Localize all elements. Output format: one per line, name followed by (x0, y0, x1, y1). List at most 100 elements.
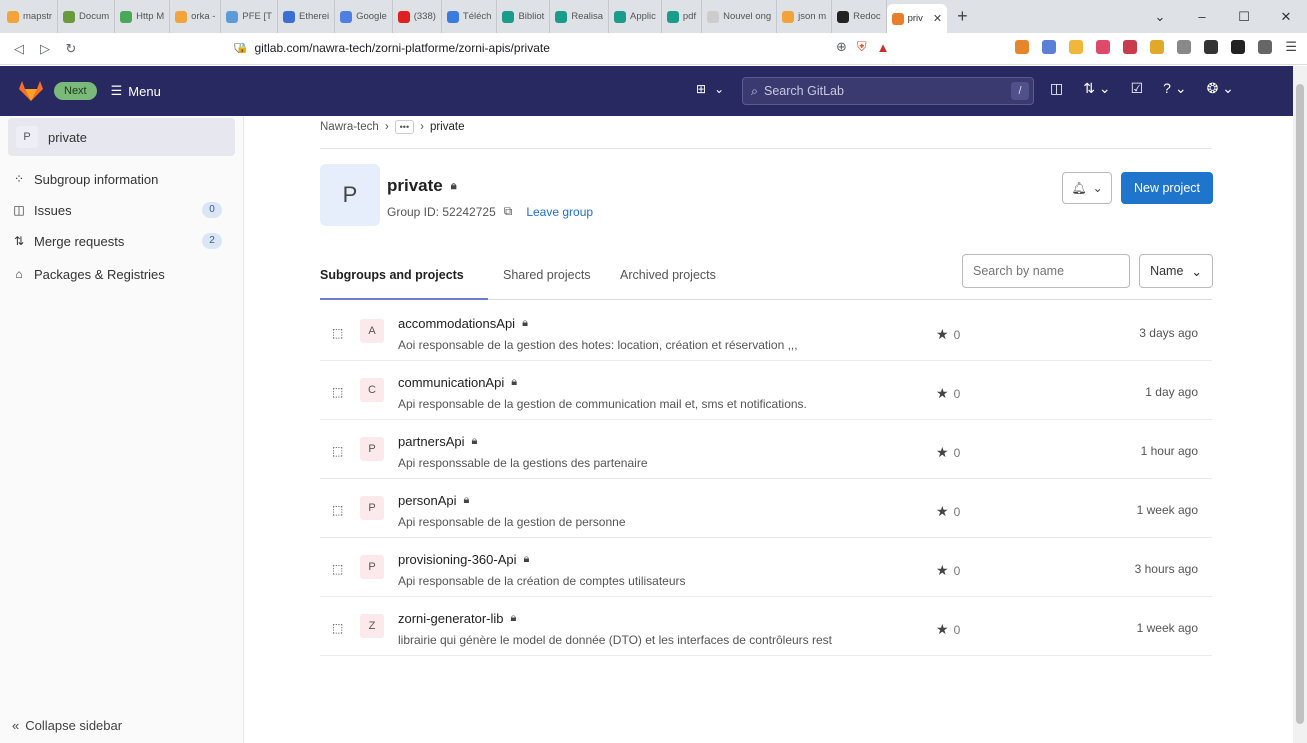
browser-tab[interactable]: PFE [T (221, 0, 278, 33)
favicon-icon (397, 10, 410, 23)
project-row[interactable]: ⬚ Pprovisioning-360-Api 🔒︎ Api responsable … (320, 538, 1212, 597)
new-tab-button[interactable]: + (947, 6, 978, 27)
browser-tab[interactable]: orka - (170, 0, 222, 33)
close-window-button[interactable]: ✕ (1265, 9, 1307, 25)
browser-tab[interactable]: Google (335, 0, 393, 33)
favicon-icon (837, 10, 850, 23)
sidebar-item-packages-registries[interactable]: ⌂ Packages & Registries (12, 263, 222, 285)
extension-search-icon[interactable] (1177, 40, 1192, 54)
sidebar-item-merge-requests[interactable]: ⇅ Merge requests 2 (12, 230, 222, 252)
forward-icon[interactable]: ▷ (32, 41, 58, 57)
breadcrumb-root-link[interactable]: Nawra-tech (320, 121, 379, 133)
browser-tab[interactable]: (338) (393, 0, 442, 33)
project-name-link[interactable]: zorni-generator-lib 🔒︎ (398, 611, 516, 626)
browser-tab[interactable]: pdf (662, 0, 703, 33)
scrollbar-thumb[interactable] (1296, 84, 1304, 724)
browser-tab[interactable]: Realisa (550, 0, 609, 33)
browser-tab[interactable]: Applic (609, 0, 662, 33)
url-field[interactable]: 🔒 gitlab.com/nawra-tech/zorni-platforme/… (236, 41, 550, 55)
browser-tab[interactable]: Nouvel ong (702, 0, 778, 33)
project-row[interactable]: ⬚ AaccommodationsApi 🔒︎ Aoi responsable de … (320, 302, 1212, 361)
url-text: gitlab.com/nawra-tech/zorni-platforme/zo… (254, 41, 550, 55)
brave-rewards-icon[interactable]: ▲ (877, 40, 890, 55)
extension-bird-icon[interactable] (1204, 40, 1219, 54)
project-row[interactable]: ⬚ PpersonApi 🔒︎ Api responsable de la gesti… (320, 479, 1212, 538)
todo-icon[interactable]: ☑ (1131, 80, 1144, 97)
sidebar-context-header[interactable]: P private (8, 118, 235, 156)
project-row[interactable]: ⬚ PpartnersApi 🔒︎ Api responssable de la ge… (320, 420, 1212, 479)
browser-menu-icon[interactable]: ☰ (1285, 39, 1297, 55)
collapse-sidebar-button[interactable]: « Collapse sidebar (12, 718, 122, 733)
browser-tab[interactable]: Etherei (278, 0, 336, 33)
gitlab-logo-icon[interactable] (18, 80, 44, 102)
new-project-button[interactable]: New project (1121, 172, 1213, 204)
close-tab-icon[interactable]: ✕ (933, 12, 942, 25)
breadcrumb-current[interactable]: private (430, 121, 465, 133)
favicon-icon (782, 10, 795, 23)
project-name: communicationApi (398, 375, 505, 390)
back-icon[interactable]: ◁ (6, 41, 32, 57)
zoom-icon[interactable]: ⊕ (836, 39, 847, 55)
tab-subgroups-and-projects[interactable]: Subgroups and projects (320, 268, 464, 282)
minimize-button[interactable]: – (1181, 9, 1223, 24)
project-name-link[interactable]: partnersApi 🔒︎ (398, 434, 477, 449)
address-bar-actions: ⊕ ⛨ ▲ (836, 39, 890, 55)
tab-search-icon[interactable]: ⌄ (1139, 9, 1181, 25)
project-row[interactable]: ⬚ CcommunicationApi 🔒︎ Api responsable de l… (320, 361, 1212, 420)
scrollbar[interactable] (1293, 66, 1307, 743)
next-badge[interactable]: Next (54, 82, 97, 100)
leave-group-link[interactable]: Leave group (526, 205, 593, 219)
search-by-name-input[interactable] (962, 254, 1130, 288)
project-stars: ★ 0 (936, 621, 960, 638)
brave-shield-icon[interactable]: ⛨ (857, 39, 867, 55)
bell-icon: 🔔︎ (1071, 181, 1087, 195)
browser-tab-active[interactable]: priv ✕ (886, 4, 948, 33)
browser-tab[interactable]: Bibliot (497, 0, 551, 33)
user-avatar[interactable]: ❂ ⌄ (1207, 80, 1234, 97)
issues-header-icon[interactable]: ◫ (1050, 80, 1063, 97)
create-new-dropdown[interactable]: ⊞ ⌄ (696, 82, 724, 96)
project-name-link[interactable]: communicationApi 🔒︎ (398, 375, 517, 390)
chevron-down-icon: ⌄ (714, 82, 725, 96)
browser-tab[interactable]: Http M (115, 0, 171, 33)
favicon-icon (502, 10, 515, 23)
notification-settings-button[interactable]: 🔔︎ ⌄ (1062, 172, 1112, 204)
browser-tab[interactable]: Redoc (832, 0, 887, 33)
project-updated-time: 3 hours ago (1134, 562, 1198, 576)
menu-button[interactable]: ☰ Menu (111, 83, 161, 99)
extensions-icon[interactable] (1231, 40, 1246, 54)
browser-tab[interactable]: json m (777, 0, 833, 33)
lock-icon: 🔒︎ (471, 435, 478, 447)
project-name-link[interactable]: personApi 🔒︎ (398, 493, 469, 508)
search-input[interactable]: ⌕ Search GitLab / (742, 77, 1034, 105)
tab-shared-projects[interactable]: Shared projects (503, 268, 591, 282)
reload-icon[interactable]: ↻ (58, 41, 84, 57)
browser-tab[interactable]: Docum (58, 0, 116, 33)
project-name: partnersApi (398, 434, 465, 449)
sidebar-toggle-icon[interactable] (1258, 40, 1273, 54)
sidebar-item-subgroup-information[interactable]: ⁘ Subgroup information (12, 168, 222, 190)
help-icon[interactable]: ? ⌄ (1163, 80, 1186, 97)
extension-diamond-icon[interactable] (1123, 40, 1138, 54)
extension-metamask-icon[interactable] (1015, 40, 1030, 54)
copy-icon[interactable]: ⧉ (504, 204, 513, 219)
project-row[interactable]: ⬚ Zzorni-generator-lib 🔒︎ librairie qui gén… (320, 597, 1212, 656)
browser-tab[interactable]: mapstr (2, 0, 59, 33)
package-icon: ⌂ (15, 267, 23, 281)
breadcrumb-more-button[interactable]: ••• (394, 120, 415, 134)
maximize-button[interactable]: ☐ (1223, 9, 1265, 25)
extension-target-icon[interactable] (1150, 40, 1165, 54)
extension-square-icon[interactable] (1096, 40, 1111, 54)
browser-tab[interactable]: Téléch (442, 0, 498, 33)
project-name-link[interactable]: accommodationsApi 🔒︎ (398, 316, 528, 331)
tab-archived-projects[interactable]: Archived projects (620, 268, 716, 282)
chevron-down-icon: ⌄ (1092, 181, 1103, 195)
issues-count-badge: 0 (202, 202, 222, 218)
project-name-link[interactable]: provisioning-360-Api 🔒︎ (398, 552, 529, 567)
sidebar-item-issues[interactable]: ◫ Issues 0 (12, 199, 222, 221)
extension-coin-icon[interactable] (1069, 40, 1084, 54)
merge-requests-header-icon[interactable]: ⇅ ⌄ (1083, 80, 1110, 97)
extension-puzzle-icon[interactable] (1042, 40, 1057, 54)
project-visibility-icon: ⬚ (332, 503, 344, 517)
sort-dropdown[interactable]: Name ⌄ (1139, 254, 1213, 288)
